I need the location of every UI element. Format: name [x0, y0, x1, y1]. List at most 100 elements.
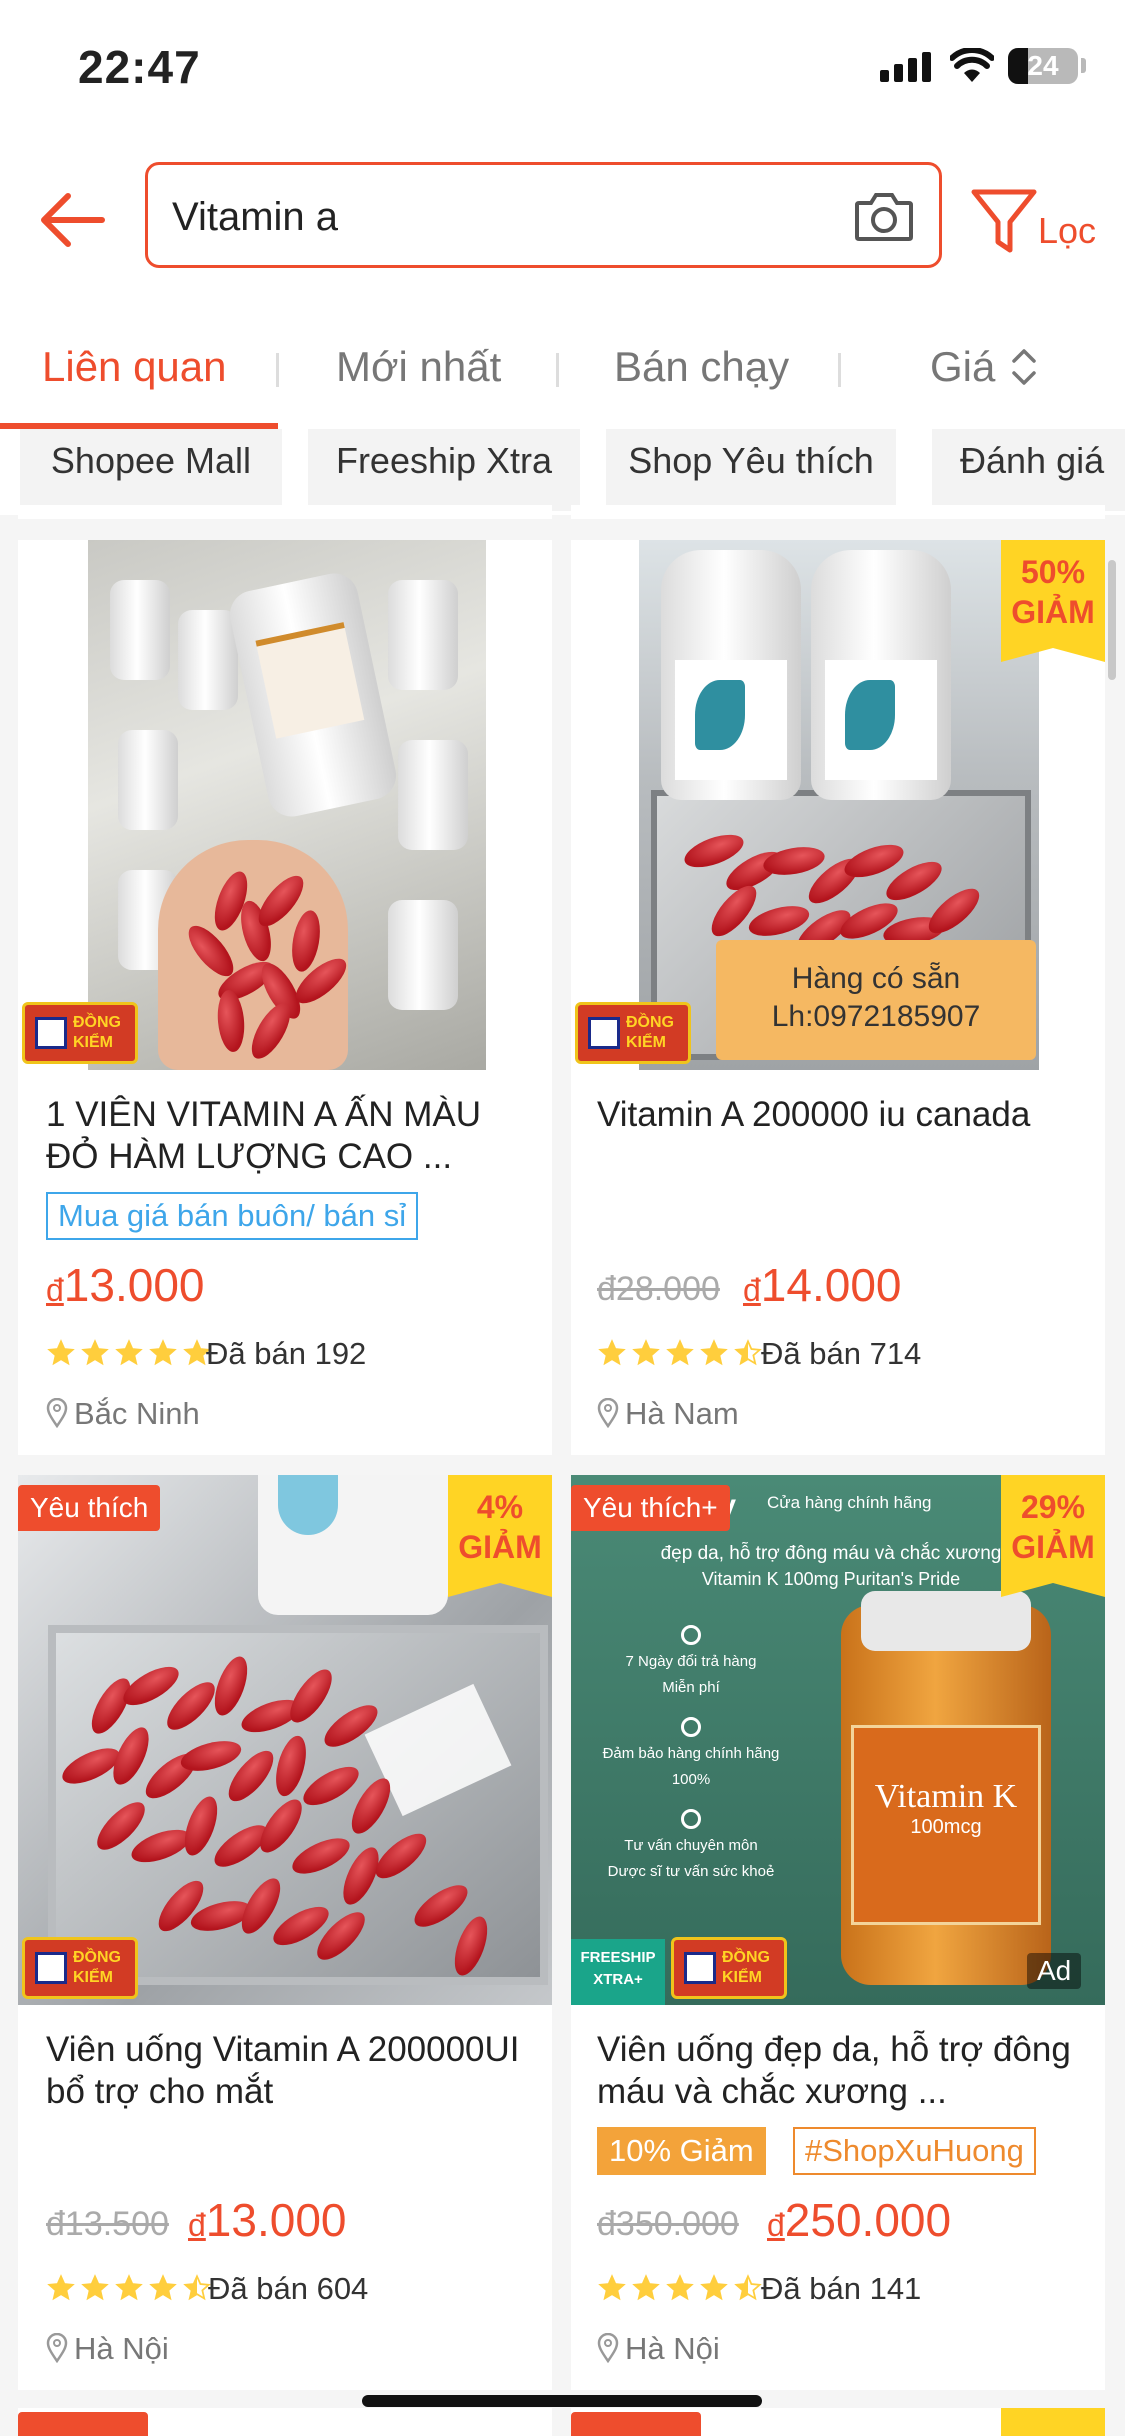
tab-relevance[interactable]: Liên quan: [42, 343, 227, 391]
favorite-plus-badge: Yêu thích+: [571, 1485, 730, 1531]
sold-count: Đã bán 192: [206, 1336, 367, 1371]
sold-count: Đã bán 604: [208, 2271, 369, 2306]
star-icon: [47, 1339, 75, 1366]
rating-stars: [46, 2274, 212, 2302]
tab-newest[interactable]: Mới nhất: [336, 343, 501, 391]
dong-kiem-badge: ĐỒNG KIỂM: [671, 1937, 787, 1999]
sold-count: Đã bán 714: [761, 1336, 922, 1371]
discount-badge: 29% GIẢM: [1001, 1475, 1105, 1597]
star-icon: [149, 1339, 177, 1366]
location-pin-icon: [46, 2333, 68, 2363]
sort-tabs: Liên quan Mới nhất Bán chạy Giá: [0, 305, 1125, 429]
tab-best-selling[interactable]: Bán chạy: [614, 343, 789, 391]
price: đ14.000: [743, 1259, 902, 1311]
image-subhead: Vitamin K 100mg Puritan's Pride: [701, 1569, 961, 1589]
original-price: đ350.000: [597, 2205, 739, 2243]
battery-nub: [1081, 58, 1086, 73]
tab-divider: [838, 353, 841, 387]
chip-shopee-mall[interactable]: Shopee Mall: [20, 429, 282, 511]
chip-favorite-shop[interactable]: Shop Yêu thích: [606, 429, 896, 511]
discount-voucher-tag: 10% Giảm: [597, 2127, 766, 2175]
star-icon: [81, 1339, 109, 1366]
rating-stars: [597, 1339, 763, 1367]
product-card[interactable]: Hàng có sẵn Lh:0972185907 50% GIẢM ĐỒNG KI…: [571, 540, 1105, 1455]
star-icon: [81, 2274, 109, 2301]
filter-chips: Shopee Mall Freeship Xtra Shop Yêu thích…: [0, 429, 1125, 515]
star-icon: [700, 2274, 728, 2301]
star-icon: [47, 2274, 75, 2301]
star-icon: [149, 2274, 177, 2301]
search-input[interactable]: Vitamin a: [145, 162, 942, 268]
sort-updown-icon[interactable]: [1010, 345, 1038, 389]
star-icon: [115, 1339, 143, 1366]
wifi-icon: [950, 48, 994, 82]
product-image: tadaily Cửa hàng chính hãng đẹp da, hỗ t…: [571, 1475, 1105, 2005]
home-indicator[interactable]: [362, 2395, 762, 2407]
location: Hà Nội: [46, 2331, 169, 2367]
location-pin-icon: [597, 1398, 619, 1428]
search-query: Vitamin a: [172, 195, 339, 239]
product-card-partial[interactable]: [571, 2408, 1105, 2436]
filter-funnel-icon[interactable]: [968, 180, 1040, 260]
checkmark-icon: [588, 1017, 620, 1049]
scrollbar[interactable]: [1108, 560, 1116, 680]
product-title: 1 VIÊN VITAMIN A ẤN MÀU ĐỎ HÀM LƯỢNG CAO…: [46, 1095, 482, 1176]
location: Bắc Ninh: [46, 1396, 200, 1432]
product-image: ĐỒNG KIỂM: [18, 540, 552, 1070]
freeship-xtra-badge: FREESHIP XTRA+: [571, 1939, 665, 2005]
product-title: Vitamin A 200000 iu canada: [597, 1095, 1031, 1134]
cellular-signal-icon: [880, 52, 931, 82]
original-price: đ13.500: [46, 2205, 169, 2243]
screen: 22:47 24 Vitamin a Lọc Liên quan Mới nhấ…: [0, 0, 1125, 2436]
star-icon: [666, 2274, 694, 2301]
dong-kiem-badge: ĐỒNG KIỂM: [22, 1937, 138, 1999]
battery-level: 24: [1027, 50, 1059, 81]
location: Hà Nam: [597, 1396, 739, 1432]
back-arrow-icon[interactable]: [38, 180, 110, 260]
product-card[interactable]: ĐỒNG KIỂM 1 VIÊN VITAMIN A ẤN MÀU ĐỎ HÀM …: [18, 540, 552, 1455]
favorite-shop-badge: Yêu thích: [18, 1485, 161, 1531]
location-pin-icon: [46, 1398, 68, 1428]
benefit-list: 7 Ngày đổi trả hàng Miễn phí Đảm bảo hàng…: [601, 1625, 781, 1885]
star-icon: [632, 1339, 660, 1366]
location-pin-icon: [597, 2333, 619, 2363]
product-card[interactable]: Yêu thích 4% GIẢM ĐỒNG KIỂM Viên uống Vita…: [18, 1475, 552, 2390]
product-card-partial[interactable]: [18, 2408, 552, 2436]
product-bottle: Vitamin K 100mcg: [841, 1591, 1051, 1985]
dong-kiem-badge: ĐỒNG KIỂM: [22, 1002, 138, 1064]
product-card[interactable]: tadaily Cửa hàng chính hãng đẹp da, hỗ t…: [571, 1475, 1105, 2390]
tab-divider: [276, 353, 279, 387]
location: Hà Nội: [597, 2331, 720, 2367]
filter-button[interactable]: Lọc: [1038, 210, 1096, 252]
star-icon: [632, 2274, 660, 2301]
chip-rating[interactable]: Đánh giá: [932, 429, 1125, 511]
chip-freeship-xtra[interactable]: Freeship Xtra: [308, 429, 580, 511]
status-time: 22:47: [78, 41, 201, 93]
stock-note: Hàng có sẵn Lh:0972185907: [716, 940, 1036, 1060]
star-icon: [734, 2274, 762, 2301]
product-title: Viên uống Vitamin A 200000UI bổ trợ cho …: [46, 2030, 520, 2111]
ad-label: Ad: [1027, 1953, 1082, 1989]
image-headline: đẹp da, hỗ trợ đông máu và chắc xương: [660, 1543, 1002, 1564]
star-icon: [700, 1339, 728, 1366]
checkmark-icon: [684, 1952, 716, 1984]
price: đ13.000: [188, 2194, 347, 2246]
product-card-partial: [18, 505, 552, 519]
checkmark-icon: [35, 1952, 67, 1984]
rating-stars: [46, 1339, 212, 1367]
dong-kiem-badge: ĐỒNG KIỂM: [575, 1002, 691, 1064]
sold-count: Đã bán 141: [761, 2271, 922, 2306]
original-price: đ28.000: [597, 1270, 720, 1308]
camera-icon[interactable]: [853, 189, 915, 243]
star-icon: [734, 1339, 762, 1366]
rating-stars: [597, 2274, 763, 2302]
discount-badge: 4% GIẢM: [448, 1475, 552, 1597]
price: đ250.000: [767, 2194, 952, 2246]
battery-icon: 24: [1008, 48, 1078, 84]
star-icon: [666, 1339, 694, 1366]
product-title: Viên uống đẹp da, hỗ trợ đông máu và chắ…: [597, 2030, 1071, 2111]
tab-price[interactable]: Giá: [930, 343, 995, 391]
product-card-partial: [571, 505, 1105, 519]
checkmark-icon: [35, 1017, 67, 1049]
hashtag-tag: #ShopXuHuong: [793, 2127, 1036, 2175]
